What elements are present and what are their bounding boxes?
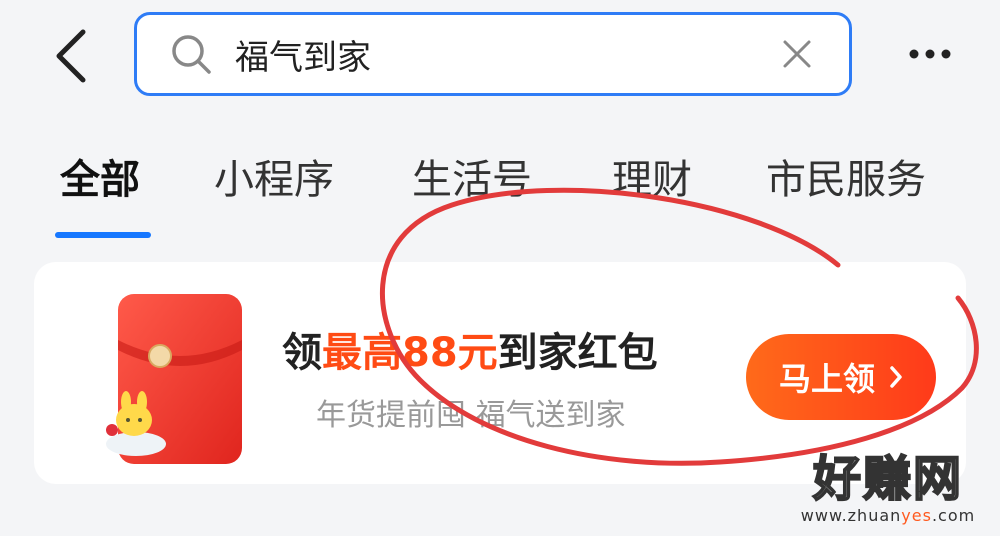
promo-subtitle: 年货提前囤 福气送到家 <box>316 398 626 433</box>
back-button[interactable] <box>40 22 100 90</box>
close-icon[interactable] <box>779 36 815 72</box>
tab-mini-programs[interactable]: 小程序 <box>214 150 334 210</box>
more-button[interactable] <box>900 36 960 72</box>
headline-prefix: 领 <box>282 330 322 376</box>
tab-citizen-services[interactable]: 市民服务 <box>766 150 926 210</box>
search-input[interactable]: 福气到家 <box>235 30 779 79</box>
more-dots-icon <box>909 49 951 59</box>
watermark-url-suffix: .com <box>931 506 976 525</box>
search-icon <box>172 35 211 74</box>
chevron-left-icon <box>56 29 86 83</box>
active-tab-indicator <box>55 232 151 238</box>
watermark-url-accent: yes <box>901 506 932 525</box>
tab-life-accounts[interactable]: 生活号 <box>412 150 532 210</box>
watermark-url-prefix: www.zhuan <box>800 506 902 525</box>
tab-all[interactable]: 全部 <box>60 150 140 210</box>
category-tabs: 全部 小程序 生活号 理财 市民服务 <box>0 150 1000 240</box>
claim-now-button[interactable]: 马上领 <box>746 334 936 420</box>
search-bar[interactable]: 福气到家 <box>134 12 852 96</box>
site-watermark: 好赚网 www.zhuanyes.com <box>790 451 986 532</box>
claim-button-label: 马上领 <box>778 360 875 398</box>
headline-suffix: 到家红包 <box>497 330 658 376</box>
tab-finance[interactable]: 理财 <box>612 150 692 210</box>
red-envelope-icon <box>106 294 242 464</box>
watermark-title: 好赚网 <box>812 451 963 507</box>
promo-headline: 领最高88元到家红包 <box>282 320 658 378</box>
headline-highlight: 最高88元 <box>322 330 498 376</box>
chevron-right-icon <box>890 366 902 388</box>
watermark-url: www.zhuanyes.com <box>790 506 986 525</box>
